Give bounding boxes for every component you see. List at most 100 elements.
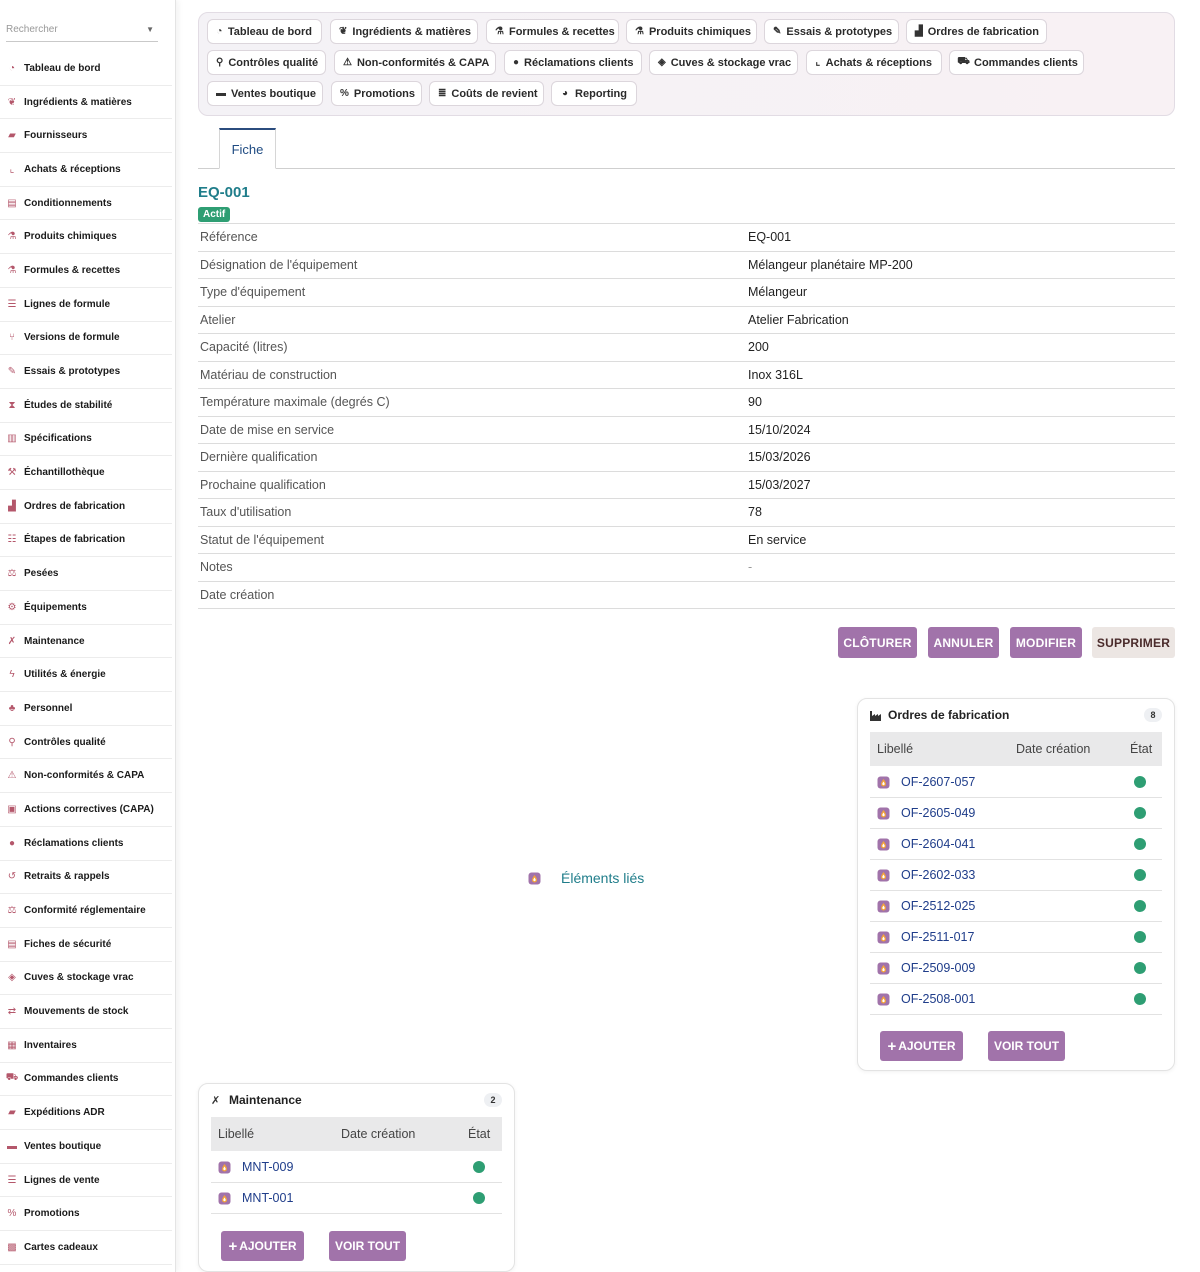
row-link[interactable]: MNT-001	[242, 1191, 293, 1205]
sidebar-item[interactable]: ⚲ Contrôles qualité	[0, 726, 172, 760]
row-link[interactable]: OF-2512-025	[901, 899, 975, 913]
sidebar-item[interactable]: ▬ Ventes boutique	[0, 1130, 172, 1164]
nav-chip[interactable]: ◈ Cuves & stockage vrac	[649, 50, 798, 75]
column-label[interactable]: Libellé	[877, 742, 913, 756]
nav-chip[interactable]: ◔ Tableau de bord	[207, 19, 322, 44]
row-link[interactable]: OF-2508-001	[901, 992, 975, 1006]
sidebar-item[interactable]: ♣ Personnel	[0, 692, 172, 726]
table-row[interactable]: OF-2508-001	[870, 984, 1162, 1015]
nav-chip[interactable]: % Promotions	[331, 81, 422, 106]
column-date[interactable]: Date création	[1016, 742, 1090, 756]
column-state[interactable]: État	[1130, 742, 1152, 756]
sidebar-item[interactable]: ⇄ Mouvements de stock	[0, 995, 172, 1029]
nav-chip[interactable]: ⚲ Contrôles qualité	[207, 50, 326, 75]
sidebar-item[interactable]: ◈ Cuves & stockage vrac	[0, 962, 172, 996]
caret-down-icon[interactable]: ▼	[146, 25, 154, 34]
sidebar-item[interactable]: % Promotions	[0, 1197, 172, 1232]
sidebar-item[interactable]: ▰ Expéditions ADR	[0, 1096, 172, 1130]
table-row[interactable]: OF-2509-009	[870, 953, 1162, 984]
nav-chip[interactable]: ≣ Coûts de revient	[429, 81, 544, 106]
sidebar-item[interactable]: ⚗ Formules & recettes	[0, 254, 172, 288]
row-link[interactable]: OF-2604-041	[901, 837, 975, 851]
sidebar-item[interactable]: ▤ Conditionnements	[0, 187, 172, 221]
sidebar-item[interactable]: ⚒ Échantillothèque	[0, 456, 172, 490]
linked-elements-label[interactable]: Éléments liés	[561, 870, 644, 886]
nav-chip[interactable]: ⚗ Formules & recettes	[486, 19, 619, 44]
hammer-icon: ⚒	[7, 467, 17, 479]
sidebar-item[interactable]: ✗ Maintenance	[0, 625, 172, 659]
sidebar-item-label: Étapes de fabrication	[24, 534, 126, 546]
add-order-button[interactable]: + AJOUTER	[880, 1031, 963, 1061]
sidebar-item[interactable]: ❦ Ingrédients & matières	[0, 86, 172, 120]
sidebar-item[interactable]: ● Réclamations clients	[0, 827, 172, 861]
nav-chip[interactable]: ▬ Ventes boutique	[207, 81, 323, 106]
nav-chip[interactable]: ● Réclamations clients	[504, 50, 642, 75]
row-link[interactable]: OF-2511-017	[901, 930, 974, 944]
field-row: Statut de l'équipement En service	[198, 527, 1175, 554]
table-row[interactable]: OF-2607-057	[870, 767, 1162, 798]
table-row[interactable]: OF-2511-017	[870, 922, 1162, 953]
row-link[interactable]: OF-2509-009	[901, 961, 975, 975]
column-state[interactable]: État	[468, 1127, 490, 1141]
nav-chip[interactable]: ▟ Ordres de fabrication	[906, 19, 1047, 44]
sidebar-item[interactable]: ▟ Ordres de fabrication	[0, 490, 172, 524]
table-row[interactable]: MNT-001	[211, 1183, 502, 1214]
row-link[interactable]: OF-2607-057	[901, 775, 975, 789]
sidebar-item[interactable]: ▰ Fournisseurs	[0, 119, 172, 154]
search-select[interactable]: Rechercher ▼	[6, 18, 158, 42]
field-label: Notes	[200, 560, 233, 575]
sidebar-item[interactable]: ✎ Essais & prototypes	[0, 355, 172, 389]
row-link[interactable]: OF-2605-049	[901, 806, 975, 820]
view-all-orders-button[interactable]: VOIR TOUT	[988, 1031, 1065, 1061]
sidebar-item[interactable]: ☰ Lignes de vente	[0, 1164, 172, 1198]
sidebar-item[interactable]: ⧗ Études de stabilité	[0, 389, 172, 423]
sidebar-item[interactable]: ▩ Cartes cadeaux	[0, 1231, 172, 1265]
sidebar-item[interactable]: ☷ Étapes de fabrication	[0, 524, 172, 558]
column-date[interactable]: Date création	[341, 1127, 415, 1141]
nav-chip[interactable]: ⌞ Achats & réceptions	[806, 50, 942, 75]
sidebar-item[interactable]: ⌞ Achats & réceptions	[0, 153, 172, 187]
field-value: Inox 316L	[748, 367, 803, 382]
cancel-button[interactable]: ANNULER	[928, 627, 999, 658]
sidebar-item[interactable]: ☰ Lignes de formule	[0, 288, 172, 322]
tab-fiche[interactable]: Fiche	[219, 128, 276, 169]
table-row[interactable]: OF-2604-041	[870, 829, 1162, 860]
table-row[interactable]: OF-2605-049	[870, 798, 1162, 829]
row-link[interactable]: MNT-009	[242, 1160, 293, 1174]
nav-chip-label: Ventes boutique	[231, 87, 316, 100]
sidebar-item[interactable]: ▦ Inventaires	[0, 1029, 172, 1063]
sidebar-item[interactable]: ⑂ Versions de formule	[0, 322, 172, 356]
sidebar-item[interactable]: ⚙ Équipements	[0, 591, 172, 625]
flask-icon: ⚗	[7, 264, 17, 276]
sidebar-item[interactable]: ⚖ Pesées	[0, 557, 172, 591]
sidebar-item[interactable]: ↺ Retraits & rappels	[0, 861, 172, 895]
nav-chip[interactable]: ❦ Ingrédients & matières	[330, 19, 478, 44]
nav-chip[interactable]: ⚠ Non-conformités & CAPA	[334, 50, 496, 75]
view-all-maintenance-button[interactable]: VOIR TOUT	[329, 1231, 406, 1261]
sidebar-item[interactable]: ⚗ Produits chimiques	[0, 220, 172, 255]
edit-button[interactable]: MODIFIER	[1010, 627, 1082, 658]
sidebar-item[interactable]: ▤ Fiches de sécurité	[0, 928, 172, 962]
sidebar-item[interactable]: ϟ Utilités & énergie	[0, 658, 172, 693]
sidebar-item[interactable]: ▣ Actions correctives (CAPA)	[0, 793, 172, 827]
sidebar-item[interactable]: ◔ Tableau de bord	[0, 52, 172, 86]
close-record-button[interactable]: CLÔTURER	[838, 627, 917, 658]
nav-chip[interactable]: ⚗ Produits chimiques	[626, 19, 757, 44]
column-label[interactable]: Libellé	[218, 1127, 254, 1141]
table-row[interactable]: OF-2602-033	[870, 860, 1162, 891]
delete-button[interactable]: SUPPRIMER	[1092, 627, 1175, 658]
register-icon: ▬	[7, 1140, 17, 1152]
truck-icon: ▰	[8, 130, 16, 142]
nav-chip[interactable]: ⛟ Commandes clients	[949, 50, 1084, 75]
nav-chip[interactable]: ◕ Reporting	[551, 81, 637, 106]
table-row[interactable]: MNT-009	[211, 1152, 502, 1183]
sidebar-item[interactable]: ⚖ Conformité réglementaire	[0, 894, 172, 928]
sidebar-item[interactable]: ⚠ Non-conformités & CAPA	[0, 759, 172, 794]
flask-icon	[877, 962, 890, 975]
nav-chip[interactable]: ✎ Essais & prototypes	[764, 19, 899, 44]
sidebar-item[interactable]: ▥ Spécifications	[0, 423, 172, 457]
table-row[interactable]: OF-2512-025	[870, 891, 1162, 922]
add-maintenance-button[interactable]: + AJOUTER	[221, 1231, 304, 1261]
row-link[interactable]: OF-2602-033	[901, 868, 975, 882]
sidebar-item[interactable]: ⛟ Commandes clients	[0, 1063, 172, 1097]
